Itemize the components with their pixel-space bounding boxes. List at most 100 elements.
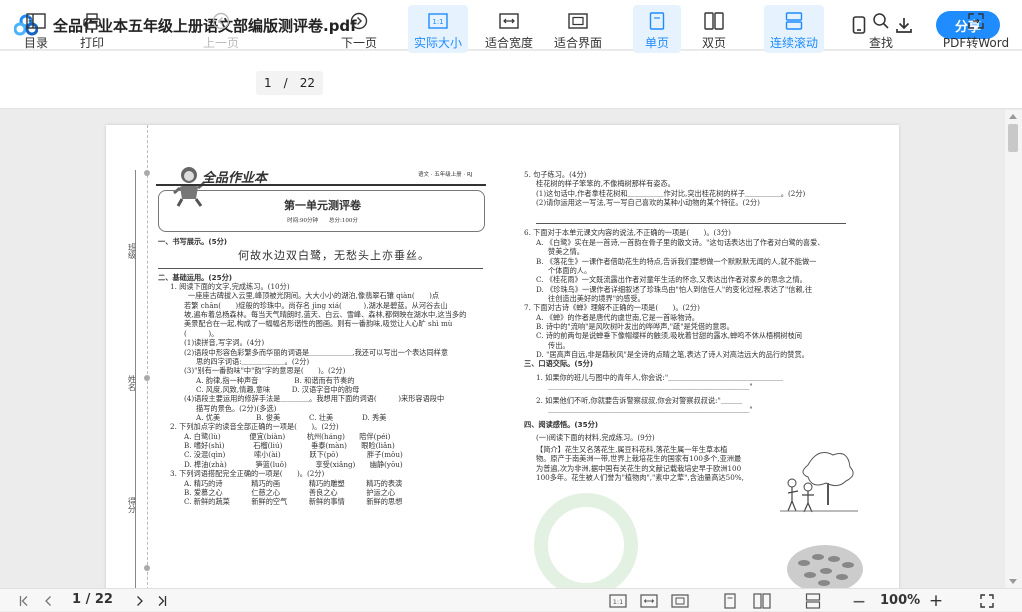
page-number-input[interactable]: 1 / 22 [256,71,323,95]
pdf-page: 班级 姓名 得分 全品作业本 语文 · 五年级上册 · RJ 第一单元测评卷 时… [106,125,899,588]
printer-icon [83,12,101,30]
scroll-up-arrow-icon[interactable] [1009,114,1017,119]
toc-button[interactable]: 目录 [18,5,54,53]
question-text: 3. 下列词语搭配完全正确的一项是( )。(2分) [170,469,325,479]
option-text: A. 精巧的诗 精巧的画 精巧的雕塑 精巧的表演 [184,478,403,488]
section-heading: 三、口语交际。(5分) [524,359,594,369]
single-page-label: 单页 [644,36,669,50]
option-text: D. "居高声自远,非是藉秋风"是全诗的点睛之笔,表达了诗人对高洁远大的品行的赞… [536,350,809,360]
question-text: 若繁 chān( )绽般的珍珠中。尚存名 jìng xiá( ),湖水是碧蓝。从… [184,300,448,310]
bottom-page-indicator[interactable]: 1 / 22 [72,592,113,607]
single-page-small-icon[interactable] [720,589,740,612]
option-text: B. 诗中的"流响"是风吹树叶发出的哗哗声,"疏"是凭借的意思。 [536,322,734,332]
document-viewport[interactable]: 班级 姓名 得分 全品作业本 语文 · 五年级上册 · RJ 第一单元测评卷 时… [0,110,1005,588]
toc-icon [26,13,46,29]
fit-page-icon [568,13,588,29]
option-text: 赞美之情。 [548,247,584,257]
option-text: 传出。 [548,340,570,350]
double-page-button[interactable]: 双页 [692,5,736,53]
option-text: C. 《桂花雨》一文既流露出作者对童年生活的怀念,又表达出作者对家乡的思念之情。 [536,275,807,285]
page-separator: / [283,76,288,90]
option-text: 往创造出美好的境界"的感受。 [548,293,645,303]
next-page-button[interactable]: 下一页 [336,5,382,53]
next-page-icon[interactable] [132,589,148,612]
question-text: ( )。 [184,328,219,338]
answer-line-text: ＿＿＿＿＿＿＿＿＿＿＿＿＿＿＿＿＿＿＿＿＿＿＿＿＿＿＿＿" [548,404,753,414]
question-text: 一座座古碑拔入云里,峰顶被光阴间。大大小小的湖泊,像翡翠石镶 qiàn( )点 [188,291,440,301]
peanut-illustration [787,545,863,588]
subject-label: 语文 · 五年级上册 · RJ [418,172,473,178]
fit-page-button[interactable]: 适合界面 [550,5,606,53]
margin-label-score: 得分 [127,497,137,513]
fit-width-button[interactable]: 适合宽度 [480,5,538,53]
question-text: (4)语段主要运用的修辞手法是＿＿＿＿。我想用下面的词语( )来形容语段中 [184,394,445,404]
right-column: 5. 句子练习。(4分) 桂花树的样子笨笨的,不像梅树那样有姿态。 (1)这句话… [524,170,846,482]
find-button[interactable]: 查找 [860,5,902,53]
exam-meta: 时间:90分钟 总分:100分 [287,218,358,224]
prev-page-icon[interactable] [40,589,56,612]
option-text: D. 《珍珠鸟》一课作者详细叙述了珍珠鸟由"怕人到信任人"的变化过程,表达了"信… [536,284,813,294]
double-page-icon [704,12,724,30]
print-button[interactable]: 打印 [74,5,110,53]
chevron-left-circle-icon [212,12,230,30]
prev-page-button[interactable]: 上一页 [198,5,244,53]
answer-line [536,223,846,225]
question-text: 6. 下面对于本单元课文内容的说法,不正确的一项是( )。(3分) [524,228,731,238]
option-text: C. 新鲜的蔬菜 新鲜的空气 新鲜的事情 新鲜的思想 [184,497,403,507]
pdf-to-word-button[interactable]: PDF转Word [940,5,1012,53]
bottom-page-separator: / [85,592,91,607]
vertical-scrollbar[interactable] [1005,110,1022,588]
margin-label-name: 姓名 [127,375,137,391]
fullscreen-icon[interactable] [978,589,996,612]
double-page-label: 双页 [701,36,726,50]
question-text: 思的四字词语:＿＿＿＿＿＿。(2分) [196,356,310,366]
scroll-down-arrow-icon[interactable] [1009,579,1017,584]
question-text: 7. 下面对古诗《蝉》理解不正确的一项是( )。(2分) [524,303,700,313]
option-text: C. 没混(qìn) 嗦小(ài) 跃下(pō) 胖子(mǒu) [184,450,403,460]
toolbar [0,51,1022,109]
section-heading: 一、书写展示。(5分) [158,237,228,246]
question-text: 2. 如果他们不听,你就要告诉警察叔叔,你会对警察叔叔说:"＿＿＿ [536,395,743,405]
watermark-graphic [534,493,638,588]
option-text: A. 韵律,指一种声音 B. 和谐而有节奏的 [196,375,355,385]
last-page-icon[interactable] [154,589,170,612]
fit-page-small-icon[interactable] [670,589,690,612]
print-label: 打印 [79,36,104,50]
option-text: B. 嗜好(shì) 石榴(liú) 垂泰(màn) 眼睑(liǎn) [184,441,395,451]
continuous-scroll-small-icon[interactable] [802,589,824,612]
answer-line-text: ＿＿＿＿＿＿＿＿＿＿＿＿＿＿＿＿＿＿＿＿＿＿＿＿＿＿＿＿" [548,382,753,392]
cartoon-illustration [780,452,858,513]
current-page: 1 [264,76,272,90]
question-text: (1)读拼音,写字词。(4分) [184,338,265,348]
single-page-icon [649,12,665,30]
question-text: (3)"别有一番韵味"中"韵"字的意思是( )。(2分) [184,366,346,376]
question-text: 1. 阅读下面的文字,完成练习。(10分) [170,282,290,292]
first-page-icon[interactable] [16,589,32,612]
header-rule [156,184,486,186]
zoom-out-button[interactable]: — [850,589,868,612]
exam-title-box: 第一单元测评卷 时间:90分钟 总分:100分 [158,190,485,232]
handwriting-poem: 何故水边双白鹭，无愁头上亦垂丝。 [238,249,430,263]
scrollbar-thumb[interactable] [1008,124,1018,152]
single-page-button[interactable]: 单页 [633,5,681,53]
actual-size-icon-text: 1:1 [432,18,443,26]
fit-width-icon [499,13,519,29]
fit-width-small-icon[interactable] [639,589,659,612]
actual-size-button[interactable]: 1:1 实际大小 [408,5,468,53]
convert-icon [968,13,984,29]
question-text: 1. 如果你的班儿与图中的青年人,你会说:"＿＿＿＿＿＿＿＿＿＿＿＿＿＿＿＿ [536,372,784,382]
zoom-in-button[interactable]: + [928,589,944,612]
zoom-level[interactable]: 100% [880,593,920,608]
bottom-bar: 1 / 22 1:1 — 100% + [0,588,1022,611]
double-page-small-icon[interactable] [751,589,773,612]
option-text: A. 《白鹭》实在是一首诗,一首韵在骨子里的散文诗。"这句话表达出了作者对白鹭的… [536,237,825,247]
option-text: A. 白鹭(lù) 便宜(biàn) 杭州(háng) 陪伴(péi) [184,431,391,441]
actual-size-small-icon[interactable]: 1:1 [608,589,628,612]
continuous-scroll-button[interactable]: 连续滚动 [764,5,824,53]
question-text: 桂花树的样子笨笨的,不像梅树那样有姿态。 [536,179,675,189]
margin-cut-line [147,125,148,588]
question-text: (2)语段中形容色彩繁多而华丽的词语是＿＿＿＿＿＿,我还可以写出一个表达同样意 [184,347,449,357]
binding-hole [144,565,150,571]
fit-page-label: 适合界面 [553,36,602,50]
option-text: 个体面的人。 [548,265,592,275]
